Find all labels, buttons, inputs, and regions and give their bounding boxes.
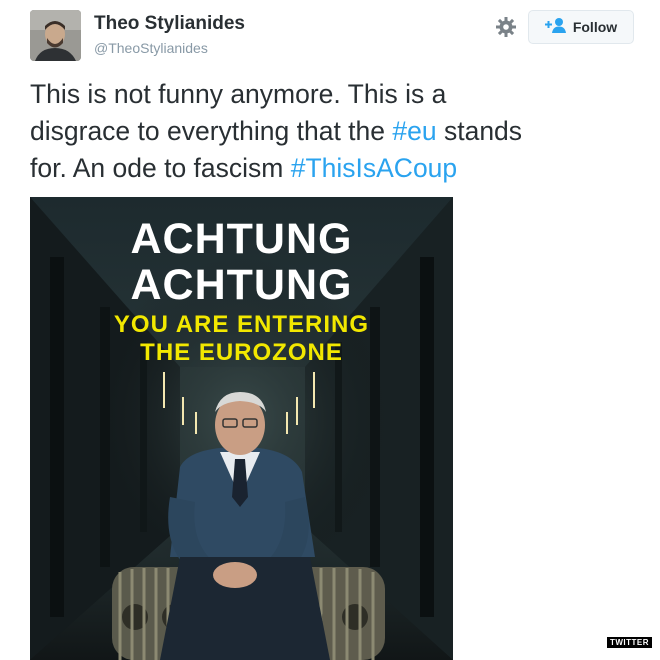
poster-subheadline-2: THE EUROZONE xyxy=(140,339,343,366)
tweet-text-segment: disgrace to everything that the xyxy=(30,116,393,146)
tweet-text-segment: stands xyxy=(436,116,523,146)
poster-headline-1: ACHTUNG xyxy=(130,215,353,263)
poster-headline-2: ACHTUNG xyxy=(130,261,353,309)
hashtag-thisisacoup-link[interactable]: #ThisIsACoup xyxy=(291,153,457,183)
follow-label: Follow xyxy=(572,19,618,35)
tweet-text: This is not funny anymore. This is a dis… xyxy=(30,76,640,187)
tweet-line-3: for. An ode to fascism #ThisIsACoup xyxy=(30,150,640,187)
tweet-text-segment: for. An ode to fascism xyxy=(30,153,291,183)
hashtag-eu-link[interactable]: #eu xyxy=(392,116,436,146)
gear-icon[interactable] xyxy=(494,15,518,39)
author-name[interactable]: Theo Stylianides xyxy=(94,13,245,35)
tweet-line-1: This is not funny anymore. This is a xyxy=(30,79,447,109)
twitter-watermark: TWITTER xyxy=(606,637,652,648)
tweet-photo[interactable]: ACHTUNG ACHTUNG YOU ARE ENTERING THE EUR… xyxy=(30,197,453,660)
add-user-icon xyxy=(544,17,567,38)
poster-subheadline-1: YOU ARE ENTERING xyxy=(113,311,370,338)
avatar[interactable] xyxy=(30,10,81,61)
tweet-line-2: disgrace to everything that the #eu stan… xyxy=(30,113,640,150)
author-handle[interactable]: @TheoStylianides xyxy=(94,40,208,56)
follow-button[interactable]: Follow xyxy=(528,10,634,44)
